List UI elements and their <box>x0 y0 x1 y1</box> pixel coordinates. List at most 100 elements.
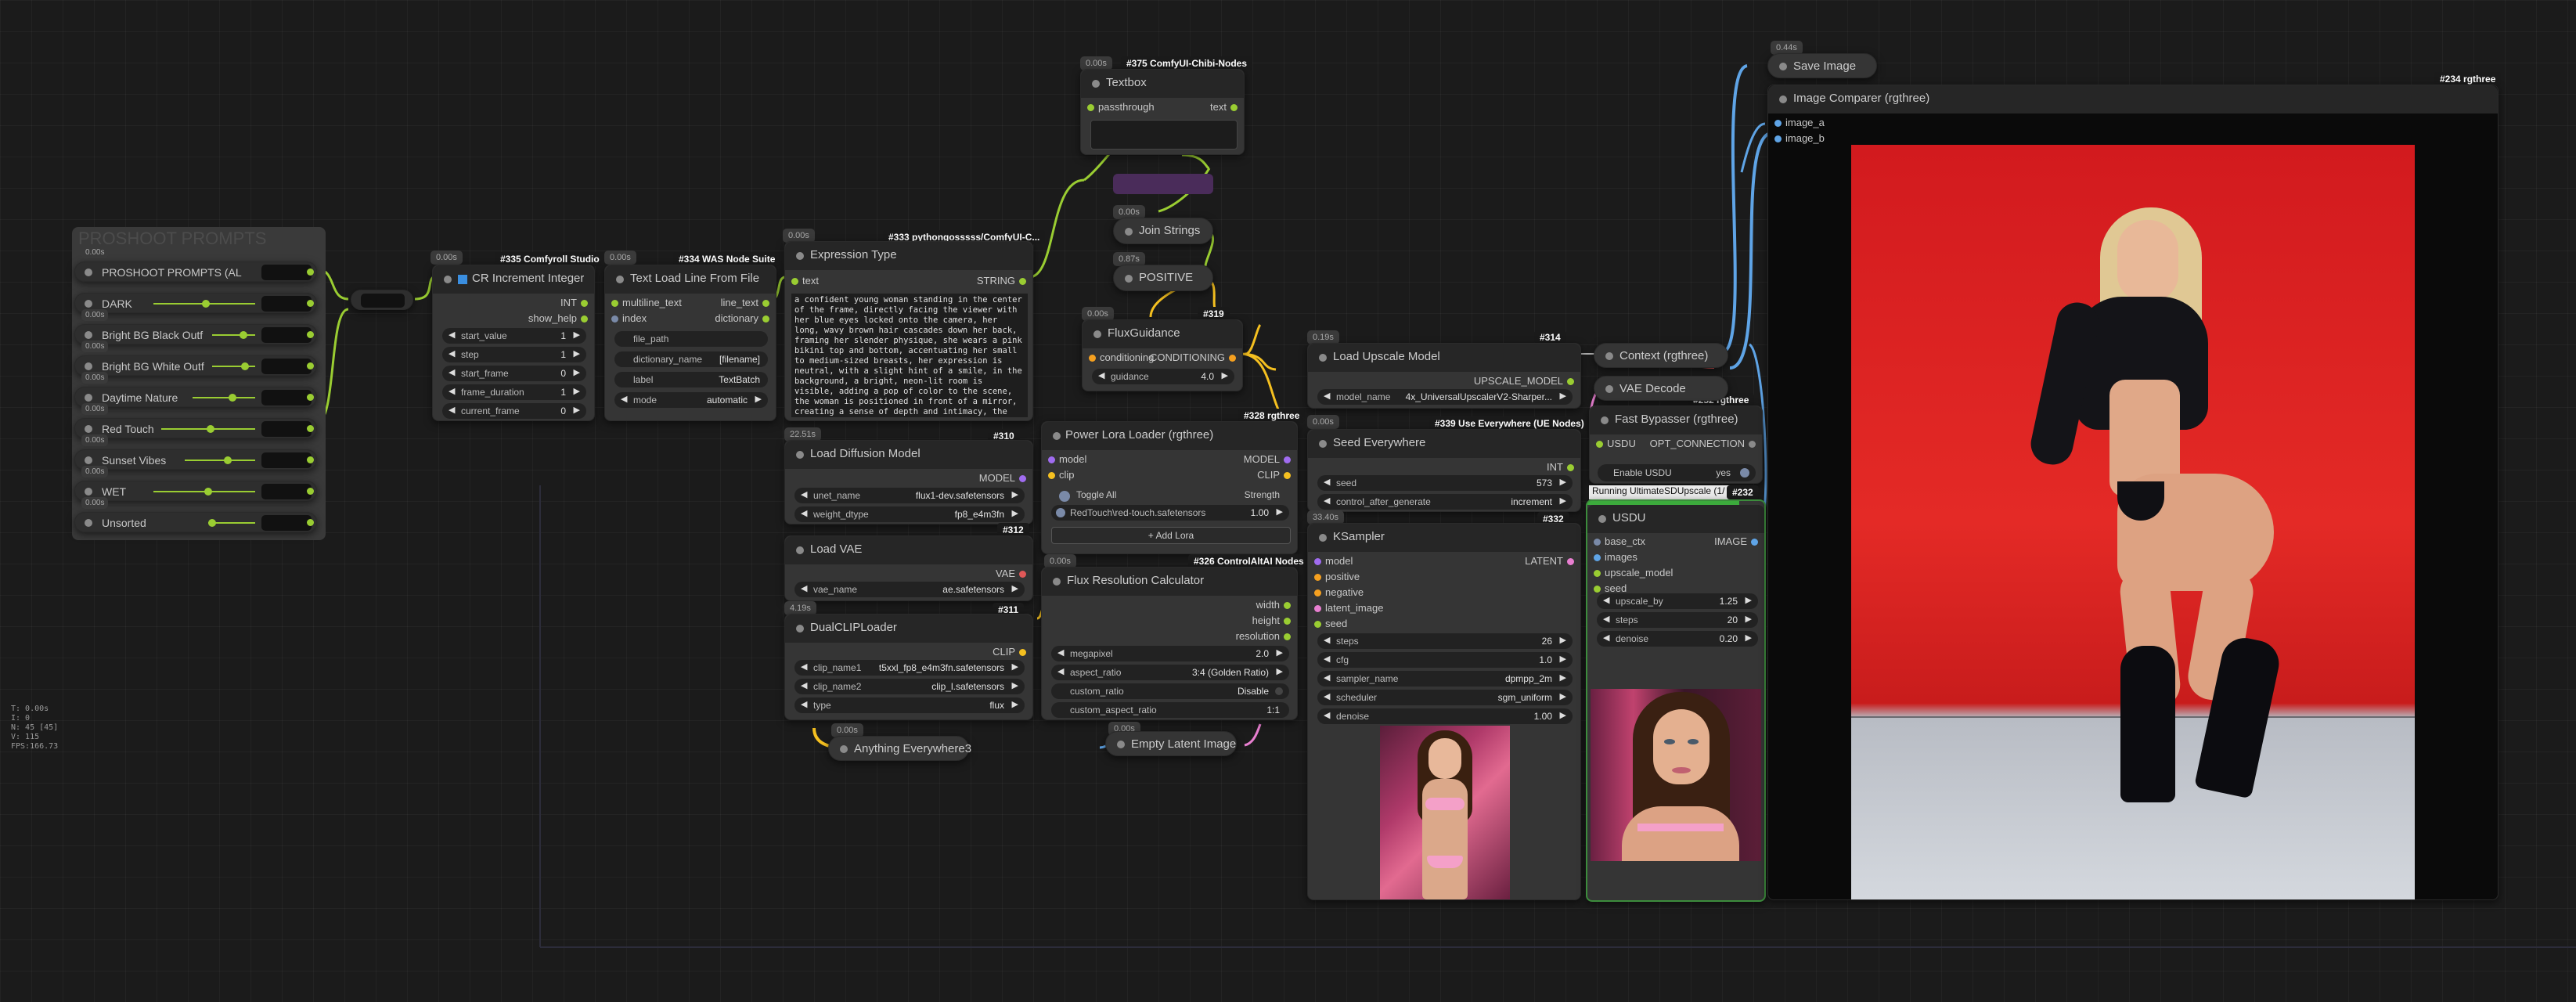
row-slider-knob[interactable] <box>224 456 232 464</box>
widget-start-value[interactable]: ◀ start_value 1 ▶ <box>442 328 586 344</box>
input-model-pin[interactable] <box>1314 558 1321 565</box>
row-output-pin[interactable] <box>307 394 314 401</box>
prompt-row[interactable]: 0.00s Red Touch <box>74 403 317 438</box>
lora-row[interactable]: RedTouch\red-touch.safetensors 1.00 ▶ <box>1051 505 1289 521</box>
enable-usdu-toggle[interactable]: Enable USDU yes <box>1598 464 1756 481</box>
row-output-pin[interactable] <box>307 456 314 463</box>
output-line-text-pin[interactable] <box>762 300 769 307</box>
output-dictionary-pin[interactable] <box>762 315 769 323</box>
widget-denoise[interactable]: ◀ denoise 1.00 ▶ <box>1317 708 1573 724</box>
row-output-box[interactable] <box>261 452 312 468</box>
prompt-row[interactable]: 0.00s Bright BG White Outf <box>74 341 317 376</box>
output-opt-connection-pin[interactable] <box>1749 441 1756 448</box>
output-latent-pin[interactable] <box>1567 558 1574 565</box>
toggle-all-checkbox[interactable] <box>1059 491 1070 502</box>
collapse-dot[interactable] <box>1605 352 1613 360</box>
collapse-dot[interactable] <box>1605 385 1613 393</box>
widget-start-frame[interactable]: ◀ start_frame 0 ▶ <box>442 366 586 381</box>
input-upscale-model-pin[interactable] <box>1594 570 1601 577</box>
widget-frame-duration[interactable]: ◀ frame_duration 1 ▶ <box>442 384 586 400</box>
load-vae-node[interactable]: Load VAE VAE ◀ vae_name ae.safetensors ▶ <box>784 535 1033 601</box>
widget-guidance[interactable]: ◀ guidance 4.0 ▶ <box>1092 369 1234 384</box>
row-output-pin[interactable] <box>307 519 314 526</box>
input-passthrough-pin[interactable] <box>1087 104 1094 111</box>
output-vae-pin[interactable] <box>1019 571 1026 578</box>
row-slider-knob[interactable] <box>241 362 249 370</box>
node-header[interactable]: FluxGuidance <box>1083 320 1242 348</box>
input-positive-pin[interactable] <box>1314 574 1321 581</box>
collapse-dot[interactable] <box>796 451 804 459</box>
seed-everywhere-node[interactable]: Seed Everywhere INT ◀ seed 573 ▶ ◀ control_a… <box>1307 429 1581 512</box>
input-multiline-text-pin[interactable] <box>611 300 618 307</box>
node-header[interactable]: DualCLIPLoader <box>785 615 1032 643</box>
join-strings-node[interactable]: Join Strings <box>1113 218 1213 244</box>
output-int-pin[interactable] <box>581 300 588 307</box>
row-output-pin[interactable] <box>307 269 314 276</box>
widget-upscale-by[interactable]: ◀ upscale_by 1.25 ▶ <box>1597 593 1758 609</box>
widget-weight-dtype[interactable]: ◀ weight_dtype fp8_e4m3fn ▶ <box>794 506 1025 522</box>
widget-vae-name[interactable]: ◀ vae_name ae.safetensors ▶ <box>794 582 1025 597</box>
expression-type-node[interactable]: Expression Type text STRING a confident … <box>784 241 1033 421</box>
row-output-pin[interactable] <box>307 300 314 307</box>
collapse-dot[interactable] <box>1053 578 1061 586</box>
output-conditioning-pin[interactable] <box>1229 355 1236 362</box>
collapse-dot[interactable] <box>1092 80 1100 88</box>
widget-clip-name2[interactable]: ◀ clip_name2 clip_l.safetensors ▶ <box>794 679 1025 694</box>
node-header[interactable]: Textbox <box>1081 70 1244 98</box>
widget-steps[interactable]: ◀ steps 20 ▶ <box>1597 612 1758 628</box>
widget-sampler-name[interactable]: ◀ sampler_name dpmpp_2m ▶ <box>1317 671 1573 687</box>
collapse-dot[interactable] <box>1319 440 1327 448</box>
row-output-pin[interactable] <box>307 425 314 432</box>
widget-dictionary-name[interactable]: dictionary_name [filename] <box>614 351 768 367</box>
row-slider-knob[interactable] <box>208 519 216 527</box>
row-slider-knob[interactable] <box>202 300 210 308</box>
widget-aspect-ratio[interactable]: ◀ aspect_ratio 3:4 (Golden Ratio) ▶ <box>1051 665 1289 680</box>
save-image-node[interactable]: Save Image <box>1767 53 1877 78</box>
node-header[interactable]: Load VAE <box>785 536 1032 564</box>
prompt-row[interactable]: 0.00s PROSHOOT PROMPTS (AL <box>74 247 317 282</box>
row-output-box[interactable] <box>261 327 312 343</box>
output-model-pin[interactable] <box>1019 475 1026 482</box>
input-text-pin[interactable] <box>791 278 798 285</box>
widget-seed[interactable]: ◀ seed 573 ▶ <box>1317 475 1573 491</box>
output-clip-pin[interactable] <box>1284 472 1291 479</box>
row-slider-knob[interactable] <box>229 394 236 402</box>
output-height-pin[interactable] <box>1284 618 1291 625</box>
input-image-a-pin[interactable] <box>1774 120 1782 127</box>
collapse-dot[interactable] <box>1093 330 1101 338</box>
textbox-input[interactable] <box>1090 120 1238 150</box>
collapse-dot[interactable] <box>1598 515 1606 523</box>
input-conditioning-pin[interactable] <box>1089 355 1096 362</box>
collapse-dot[interactable] <box>840 745 848 753</box>
widget-step[interactable]: ◀ step 1 ▶ <box>442 347 586 362</box>
input-seed-pin[interactable] <box>1314 621 1321 628</box>
workflow-canvas[interactable]: PROSHOOT PROMPTS 0.00s PROSHOOT PROMPTS … <box>0 0 2576 1002</box>
output-text-pin[interactable] <box>1230 104 1238 111</box>
input-clip-pin[interactable] <box>1048 472 1055 479</box>
widget-denoise[interactable]: ◀ denoise 0.20 ▶ <box>1597 631 1758 647</box>
text-load-line-node[interactable]: Text Load Line From File multiline_text … <box>604 265 776 421</box>
node-header[interactable]: USDU <box>1587 505 1764 533</box>
widget-type[interactable]: ◀ type flux ▶ <box>794 697 1025 713</box>
empty-latent-image-node[interactable]: Empty Latent Image <box>1105 731 1237 756</box>
power-lora-loader-node[interactable]: Power Lora Loader (rgthree) model clip M… <box>1041 421 1298 554</box>
context-rgthree-node[interactable]: Context (rgthree) <box>1594 343 1728 368</box>
row-output-pin[interactable] <box>307 331 314 338</box>
node-header[interactable]: Fast Bypasser (rgthree) <box>1590 406 1762 434</box>
output-width-pin[interactable] <box>1284 602 1291 609</box>
purple-collapsed-node[interactable] <box>1113 174 1213 194</box>
row-output-box[interactable] <box>261 515 312 531</box>
collapse-dot[interactable] <box>1601 416 1609 424</box>
collapse-dot[interactable] <box>796 625 804 633</box>
output-clip-pin[interactable] <box>1019 649 1026 656</box>
widget-steps[interactable]: ◀ steps 26 ▶ <box>1317 633 1573 649</box>
widget-mode[interactable]: ◀ mode automatic ▶ <box>614 392 768 408</box>
row-slider[interactable] <box>185 460 255 461</box>
dual-clip-loader-node[interactable]: DualCLIPLoader CLIP ◀ clip_name1 t5xxl_fp8… <box>784 614 1033 720</box>
widget-model-name[interactable]: ◀ model_name 4x_UniversalUpscalerV2-Sharpe… <box>1317 389 1573 405</box>
input-model-pin[interactable] <box>1048 456 1055 463</box>
node-header[interactable]: Seed Everywhere <box>1308 430 1580 458</box>
row-slider-knob[interactable] <box>240 331 247 339</box>
node-header[interactable]: CR Increment Integer <box>433 265 594 294</box>
row-slider[interactable] <box>193 397 255 398</box>
